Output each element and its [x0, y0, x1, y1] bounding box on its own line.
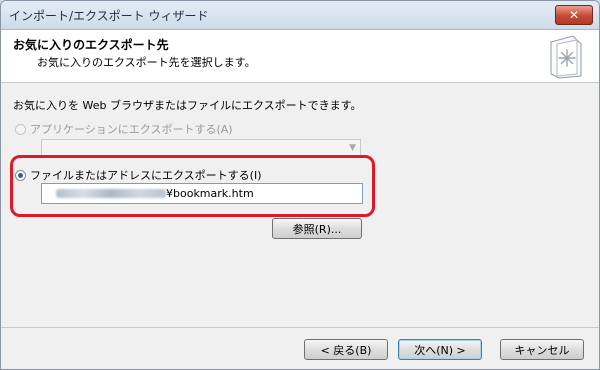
export-wizard-window: インポート/エクスポート ウィザード ✕ お気に入りのエクスポート先 お気に入り… — [0, 0, 600, 370]
page-title: お気に入りのエクスポート先 — [13, 38, 169, 52]
file-path-suffix: ¥bookmark.htm — [166, 187, 254, 200]
cancel-button[interactable]: キャンセル — [500, 339, 584, 360]
export-to-file-label: ファイルまたはアドレスにエクスポートする(I) — [30, 169, 262, 182]
browse-button[interactable]: 参照(R)... — [272, 218, 362, 239]
window-title: インポート/エクスポート ウィザード — [9, 9, 209, 23]
file-path-input[interactable]: ¥bookmark.htm — [41, 183, 363, 204]
export-to-application-option[interactable]: アプリケーションにエクスポートする(A) — [15, 121, 233, 137]
export-to-application-label: アプリケーションにエクスポートする(A) — [30, 123, 233, 136]
chevron-down-icon: ▼ — [349, 143, 356, 153]
export-to-file-option[interactable]: ファイルまたはアドレスにエクスポートする(I) — [15, 167, 262, 183]
close-icon: ✕ — [568, 8, 580, 22]
title-bar: インポート/エクスポート ウィザード ✕ — [1, 1, 599, 30]
close-button[interactable]: ✕ — [555, 5, 593, 25]
redacted-path — [56, 189, 166, 198]
wizard-document-icon — [550, 35, 582, 79]
back-button[interactable]: < 戻る(B) — [304, 339, 388, 360]
file-radio[interactable] — [15, 169, 26, 181]
wizard-header: お気に入りのエクスポート先 お気に入りのエクスポート先を選択します。 — [1, 30, 599, 83]
page-subtitle: お気に入りのエクスポート先を選択します。 — [37, 56, 256, 69]
next-button[interactable]: 次へ(N) > — [398, 339, 482, 360]
description-text: お気に入りを Web ブラウザまたはファイルにエクスポートできます。 — [13, 99, 362, 112]
application-radio[interactable] — [15, 123, 26, 135]
footer-divider — [1, 327, 599, 328]
